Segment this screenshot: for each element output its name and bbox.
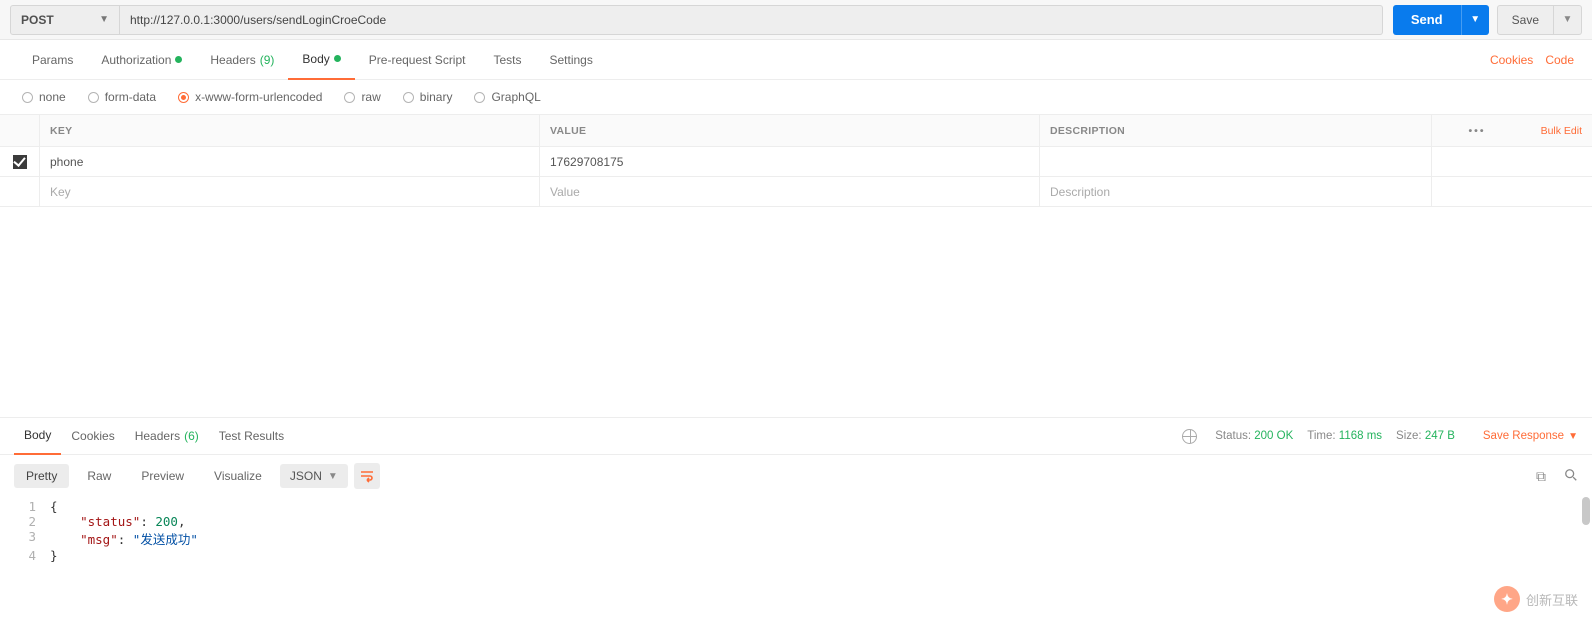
param-table: KEY VALUE DESCRIPTION ••• Bulk Edit (0, 114, 1592, 207)
bulk-edit-link[interactable]: Bulk Edit (1522, 115, 1592, 146)
view-pretty[interactable]: Pretty (14, 464, 69, 488)
checkbox-checked-icon[interactable] (13, 155, 27, 169)
param-row (0, 147, 1592, 177)
tab-params[interactable]: Params (18, 40, 87, 80)
param-row-empty (0, 177, 1592, 207)
status-dot-icon (334, 55, 341, 62)
status-dot-icon (175, 56, 182, 63)
mode-x-www-form-urlencoded[interactable]: x-www-form-urlencoded (178, 90, 322, 104)
save-dropdown-button[interactable]: ▼ (1554, 5, 1582, 35)
col-description: DESCRIPTION (1040, 115, 1432, 146)
view-preview[interactable]: Preview (129, 464, 196, 488)
param-key-input[interactable] (50, 155, 529, 169)
response-body: 1{ 2 "status": 200, 3 "msg": "发送成功" 4} (0, 497, 1592, 573)
save-response-button[interactable]: Save Response ▼ (1483, 430, 1578, 442)
mode-binary[interactable]: binary (403, 90, 453, 104)
radio-icon (344, 92, 355, 103)
tab-body[interactable]: Body (288, 40, 354, 80)
url-input[interactable] (120, 5, 1383, 35)
response-status: Status: 200 OK Time: 1168 ms Size: 247 B… (1182, 429, 1578, 444)
tab-prerequest[interactable]: Pre-request Script (355, 40, 480, 80)
col-value: VALUE (540, 115, 1040, 146)
chevron-down-icon: ▼ (328, 471, 338, 482)
radio-icon (22, 92, 33, 103)
param-key-input[interactable] (50, 185, 529, 199)
param-desc-input[interactable] (1050, 155, 1421, 169)
param-desc-input[interactable] (1050, 185, 1421, 199)
mode-form-data[interactable]: form-data (88, 90, 156, 104)
radio-icon (474, 92, 485, 103)
code-link[interactable]: Code (1545, 53, 1574, 67)
mode-graphql[interactable]: GraphQL (474, 90, 540, 104)
request-tabs: Params Authorization Headers (9) Body Pr… (0, 40, 1592, 80)
view-visualize[interactable]: Visualize (202, 464, 274, 488)
param-value-input[interactable] (550, 185, 1029, 199)
scrollbar-thumb[interactable] (1582, 497, 1590, 525)
tab-tests[interactable]: Tests (479, 40, 535, 80)
radio-icon (403, 92, 414, 103)
send-dropdown-button[interactable]: ▼ (1461, 5, 1489, 35)
resp-tab-cookies[interactable]: Cookies (61, 417, 124, 455)
resp-tab-body[interactable]: Body (14, 417, 61, 455)
radio-icon (178, 92, 189, 103)
col-key: KEY (40, 115, 540, 146)
response-tabs: Body Cookies Headers (6) Test Results St… (0, 417, 1592, 455)
send-button[interactable]: Send (1393, 5, 1461, 35)
tab-authorization[interactable]: Authorization (87, 40, 196, 80)
param-table-head: KEY VALUE DESCRIPTION ••• Bulk Edit (0, 115, 1592, 147)
cookies-link[interactable]: Cookies (1490, 53, 1533, 67)
method-label: POST (21, 13, 54, 27)
search-icon[interactable] (1564, 468, 1578, 485)
logo-icon: ✦ (1494, 586, 1520, 612)
chevron-down-icon: ▼ (1568, 431, 1578, 442)
tab-settings[interactable]: Settings (536, 40, 607, 80)
view-raw[interactable]: Raw (75, 464, 123, 488)
method-select[interactable]: POST ▼ (10, 5, 120, 35)
format-select[interactable]: JSON ▼ (280, 464, 348, 488)
body-mode-row: none form-data x-www-form-urlencoded raw… (0, 80, 1592, 114)
copy-icon[interactable]: ⧉ (1536, 468, 1546, 485)
resp-tab-headers[interactable]: Headers (6) (125, 417, 209, 455)
more-options-icon[interactable]: ••• (1432, 115, 1522, 146)
radio-icon (88, 92, 99, 103)
watermark-logo: ✦ 创新互联 (1494, 586, 1578, 612)
chevron-down-icon: ▼ (99, 14, 109, 25)
request-bar: POST ▼ Send ▼ Save ▼ (0, 0, 1592, 40)
tab-headers[interactable]: Headers (9) (196, 40, 288, 80)
param-value-input[interactable] (550, 155, 1029, 169)
resp-tab-test-results[interactable]: Test Results (209, 417, 294, 455)
line-wrap-icon[interactable] (354, 463, 380, 489)
save-button[interactable]: Save (1497, 5, 1554, 35)
response-toolbar: Pretty Raw Preview Visualize JSON ▼ ⧉ (0, 455, 1592, 497)
globe-icon[interactable] (1182, 429, 1197, 444)
mode-none[interactable]: none (22, 90, 66, 104)
mode-raw[interactable]: raw (344, 90, 380, 104)
